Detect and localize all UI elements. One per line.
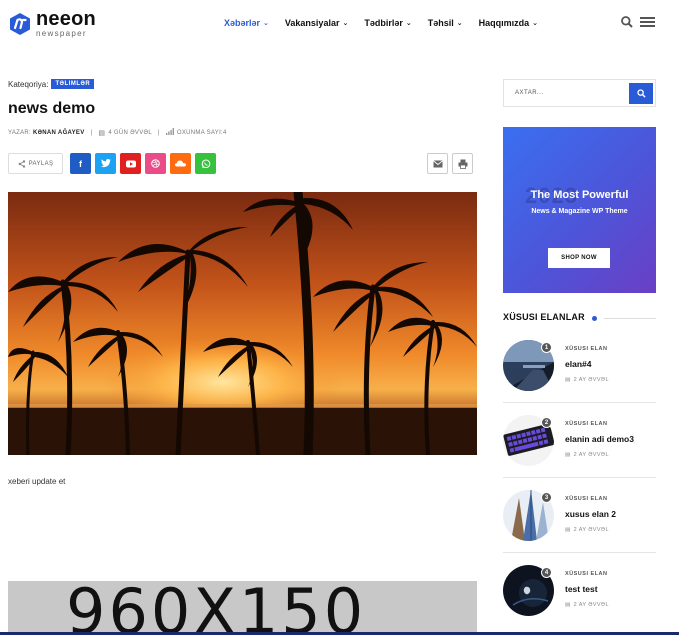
item-date-text: 2 AY ƏVVƏL (573, 452, 609, 458)
search-input[interactable]: AXTAR... (515, 90, 544, 96)
hamburger-menu-icon[interactable] (640, 17, 655, 27)
nav-label: Vakansiyalar (284, 18, 340, 28)
share-icon (18, 159, 25, 168)
email-icon[interactable] (427, 153, 448, 174)
item-category[interactable]: XÜSUSI ELAN (565, 421, 607, 427)
nav-label: Xəbərlər (224, 18, 261, 28)
category-breadcrumb: Kateqoriya: TƏLIMLƏR (8, 79, 95, 89)
item-date: ▤ 2 AY ƏVVƏL (565, 527, 609, 533)
nav-label: Haqqımızda (478, 18, 530, 28)
article-featured-image (8, 192, 477, 455)
article-title: news demo (8, 100, 96, 117)
nav-label: Təhsil (427, 18, 454, 28)
nav-item-tehsil[interactable]: Təhsil ⌄ (428, 18, 463, 28)
item-number-badge: 3 (541, 492, 552, 503)
item-date: ▤ 2 AY ƏVVƏL (565, 377, 609, 383)
calendar-icon: ▤ (565, 452, 571, 458)
section-title: XÜSUSI ELANLAR (503, 312, 585, 322)
list-item[interactable]: 2 XÜSUSI ELAN elanin adi demo3 ▤ 2 AY ƏVV… (503, 415, 656, 475)
divider (503, 477, 656, 478)
divider: | (158, 129, 160, 136)
chevron-down-icon: ⌄ (405, 20, 412, 27)
item-number-badge: 1 (541, 342, 552, 353)
list-item[interactable]: 4 XÜSUSI ELAN test test ▤ 2 AY ƏVVƏL (503, 565, 656, 625)
item-title[interactable]: elanin adi demo3 (565, 434, 634, 444)
logo-icon (8, 12, 32, 36)
section-divider (604, 318, 656, 319)
category-label: Kateqoriya: (8, 79, 49, 89)
share-button[interactable]: PAYLAŞ (8, 153, 63, 174)
article-meta: YAZAR: KƏNAN AĞAYEV | ▤ 4 GÜN ƏVVƏL | OX… (8, 128, 227, 137)
site-header: neeon newspaper Xəbərlər ⌄ Vakansiyalar ⌄ … (0, 0, 679, 46)
search-icon[interactable] (620, 15, 634, 29)
item-date-text: 2 AY ƏVVƏL (573, 377, 609, 383)
divider (503, 552, 656, 553)
promo-banner[interactable]: 2023 The Most Powerful News & Magazine W… (503, 127, 656, 293)
calendar-icon: ▤ (565, 377, 571, 383)
nav-item-tedbirler[interactable]: Tədbirlər ⌄ (364, 18, 411, 28)
item-category[interactable]: XÜSUSI ELAN (565, 496, 607, 502)
shop-now-button[interactable]: SHOP NOW (548, 248, 610, 268)
item-number-badge: 2 (541, 417, 552, 428)
site-logo[interactable]: neeon newspaper (8, 9, 96, 38)
main-nav: Xəbərlər ⌄ Vakansiyalar ⌄ Tədbirlər ⌄ Təhsi… (224, 18, 554, 28)
nav-item-haqqimizda[interactable]: Haqqımızda ⌄ (479, 18, 538, 28)
chevron-down-icon: ⌄ (342, 20, 349, 27)
chevron-down-icon: ⌄ (263, 20, 269, 27)
article-body: xeberi update et (8, 477, 66, 486)
list-item[interactable]: 1 XÜSUSI ELAN elan#4 ▤ 2 AY ƏVVƏL (503, 340, 656, 400)
banner-ad-text: 960X150 (66, 581, 367, 635)
divider: | (90, 129, 93, 136)
whatsapp-icon[interactable] (195, 153, 216, 174)
divider (503, 402, 656, 403)
nav-label: Tədbirlər (364, 18, 403, 28)
banner-ad[interactable]: 960X150 (8, 581, 477, 635)
facebook-icon[interactable]: f (70, 153, 91, 174)
view-count: OXUNMA SAYI:4 (176, 129, 227, 136)
logo-name: neeon (36, 8, 96, 30)
soundcloud-icon[interactable] (170, 153, 191, 174)
item-date-text: 2 AY ƏVVƏL (573, 527, 609, 533)
share-toolbar: PAYLAŞ f (8, 153, 477, 174)
list-item[interactable]: 3 XÜSUSI ELAN xusus elan 2 ▤ 2 AY ƏVVƏL (503, 490, 656, 550)
author-name[interactable]: KƏNAN AĞAYEV (33, 130, 85, 136)
item-title[interactable]: xusus elan 2 (565, 509, 616, 519)
logo-tagline: newspaper (36, 29, 87, 38)
item-title[interactable]: test test (565, 584, 598, 594)
item-date-text: 2 AY ƏVVƏL (573, 602, 609, 608)
nav-item-vakansiyalar[interactable]: Vakansiyalar ⌄ (285, 18, 348, 28)
share-label: PAYLAŞ (28, 160, 54, 167)
item-date: ▤ 2 AY ƏVVƏL (565, 452, 609, 458)
youtube-icon[interactable] (120, 153, 141, 174)
item-date: ▤ 2 AY ƏVVƏL (565, 602, 609, 608)
twitter-icon[interactable] (95, 153, 116, 174)
calendar-icon: ▤ (98, 129, 106, 137)
calendar-icon: ▤ (565, 527, 571, 533)
promo-subline: News & Magazine WP Theme (531, 208, 628, 215)
chevron-down-icon: ⌄ (456, 20, 463, 27)
article-date: 4 GÜN ƏVVƏL (108, 129, 152, 136)
item-number-badge: 4 (541, 567, 552, 578)
calendar-icon: ▤ (565, 602, 571, 608)
item-title[interactable]: elan#4 (565, 359, 591, 369)
promo-headline: The Most Powerful (530, 189, 629, 201)
nav-item-xeberler[interactable]: Xəbərlər ⌄ (224, 18, 269, 28)
item-category[interactable]: XÜSUSI ELAN (565, 346, 607, 352)
search-button[interactable] (629, 83, 653, 104)
print-icon[interactable] (452, 153, 473, 174)
author-prefix: YAZAR: (8, 129, 32, 136)
section-dot (592, 316, 597, 321)
category-tag[interactable]: TƏLIMLƏR (51, 79, 95, 89)
search-icon (636, 89, 646, 98)
chevron-down-icon: ⌄ (532, 20, 538, 27)
signal-icon (165, 128, 174, 137)
item-category[interactable]: XÜSUSI ELAN (565, 571, 607, 577)
dribbble-icon[interactable] (145, 153, 166, 174)
sidebar-search: AXTAR... (503, 79, 656, 107)
